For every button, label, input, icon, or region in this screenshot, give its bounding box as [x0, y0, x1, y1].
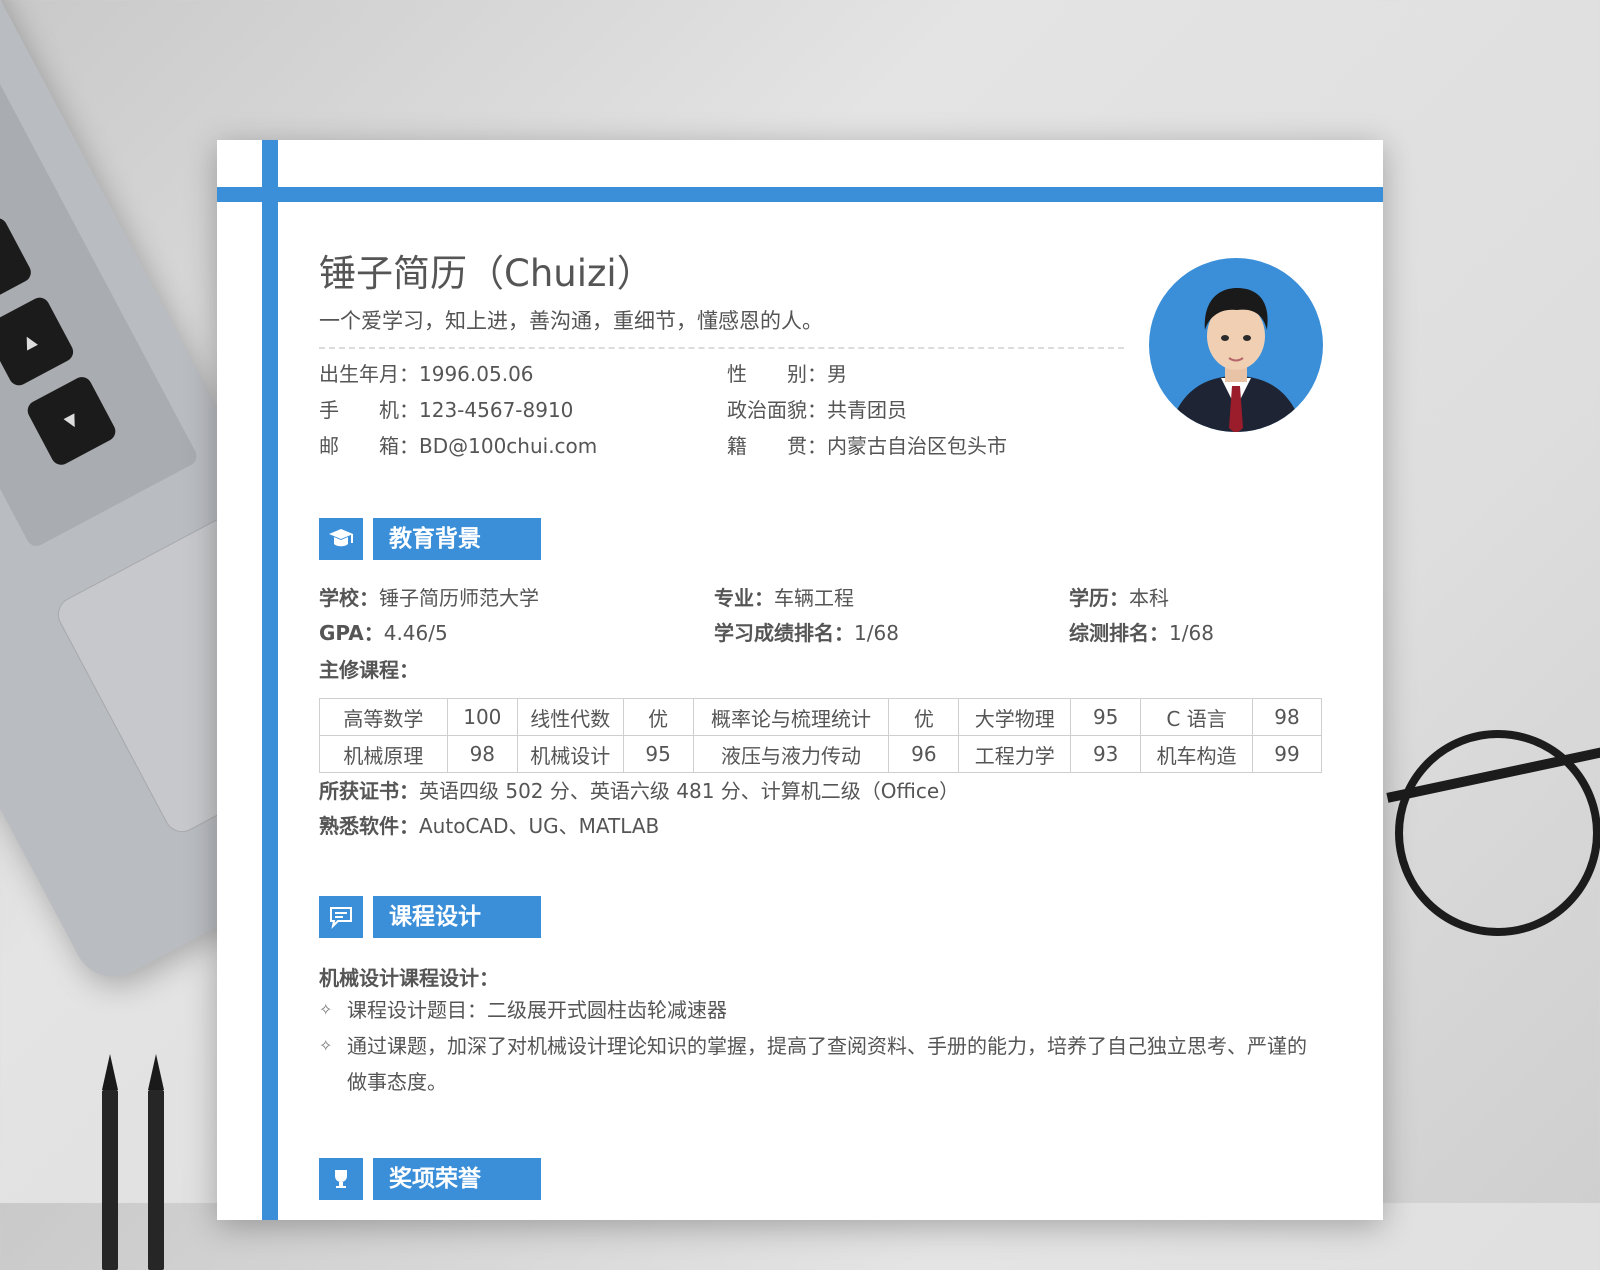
course-name: 概率论与梳理统计 [692, 698, 890, 736]
course-score: 98 [446, 735, 518, 773]
field-label: 学习成绩排名： [714, 621, 854, 645]
course-name: 大学物理 [958, 698, 1072, 736]
field-value: 1/68 [854, 621, 899, 645]
section-title: 奖项荣誉 [373, 1158, 541, 1200]
trophy-icon [319, 1158, 363, 1200]
field-label: 学校： [319, 586, 379, 610]
list-item: ✧ 课程设计题目：二级展开式圆柱齿轮减速器 [319, 992, 1319, 1028]
course-name: 高等数学 [319, 698, 448, 736]
info-hometown: 籍 贯：内蒙古自治区包头市 [727, 430, 1007, 459]
field-value: 英语四级 502 分、英语六级 481 分、计算机二级（Office） [419, 779, 960, 803]
courses-table: 高等数学 100 线性代数 优 概率论与梳理统计 优 大学物理 95 C 语言 … [319, 698, 1322, 773]
course-score: 优 [888, 698, 960, 736]
subtitle: 机械设计课程设计： [319, 966, 499, 990]
diamond-bullet-icon: ✧ [319, 1000, 333, 1019]
courses-label: 主修课程： [319, 654, 419, 683]
section-title: 教育背景 [373, 518, 541, 560]
info-label: 政治面貌 [727, 398, 807, 422]
edu-field-rank: 学习成绩排名：1/68 [714, 617, 899, 646]
edu-field-gpa: GPA：4.46/5 [319, 617, 448, 646]
edu-field-major: 专业：车辆工程 [714, 582, 854, 611]
certificates: 所获证书：英语四级 502 分、英语六级 481 分、计算机二级（Office） [319, 775, 959, 804]
course-name: 机械设计 [516, 735, 624, 773]
info-label: 手 机 [319, 398, 399, 422]
edu-field-school: 学校：锤子简历师范大学 [319, 582, 539, 611]
key [0, 214, 35, 310]
field-value: 4.46/5 [383, 621, 448, 645]
course-name: 工程力学 [958, 735, 1072, 773]
field-label: 熟悉软件： [319, 814, 419, 838]
key: ▼ [24, 373, 119, 469]
field-value: AutoCAD、UG、MATLAB [419, 814, 660, 838]
table-row: 高等数学 100 线性代数 优 概率论与梳理统计 优 大学物理 95 C 语言 … [319, 698, 1322, 736]
edu-field-overall-rank: 综测排名：1/68 [1069, 617, 1214, 646]
resume-name: 锤子简历（Chuizi） [319, 252, 654, 295]
course-name: 机车构造 [1140, 735, 1254, 773]
course-name: 机械原理 [319, 735, 448, 773]
course-score: 95 [1070, 698, 1142, 736]
software-skills: 熟悉软件：AutoCAD、UG、MATLAB [319, 810, 659, 839]
divider [319, 347, 1124, 349]
edu-field-degree: 学历：本科 [1069, 582, 1169, 611]
course-score: 98 [1252, 698, 1322, 736]
field-value: 车辆工程 [774, 586, 854, 610]
info-value: 共青团员 [827, 398, 907, 422]
field-value: 锤子简历师范大学 [379, 586, 539, 610]
course-score: 100 [446, 698, 518, 736]
info-label: 籍 贯 [727, 434, 807, 458]
profile-photo [1149, 258, 1323, 432]
course-score: 95 [622, 735, 694, 773]
key: ▲ [0, 294, 77, 389]
pencil [102, 1054, 118, 1270]
info-value: 内蒙古自治区包头市 [827, 434, 1007, 458]
diamond-bullet-icon: ✧ [319, 1036, 333, 1055]
info-value: 123-4567-8910 [419, 398, 574, 422]
field-value: 1/68 [1169, 621, 1214, 645]
pencil [148, 1054, 164, 1270]
accent-vertical-bar [262, 140, 278, 1220]
field-label: 主修课程： [319, 658, 419, 682]
info-label: 邮 箱 [319, 434, 399, 458]
field-label: 所获证书： [319, 779, 419, 803]
info-label: 出生年月 [319, 362, 399, 386]
field-label: 综测排名： [1069, 621, 1169, 645]
course-score: 优 [622, 698, 694, 736]
field-label: GPA： [319, 621, 384, 645]
course-name: C 语言 [1140, 698, 1254, 736]
course-design-subtitle: 机械设计课程设计： [319, 962, 499, 991]
graduation-cap-icon [319, 518, 363, 560]
info-gender: 性 别：男 [727, 358, 847, 387]
list-item: ✧ 通过课题，加深了对机械设计理论知识的掌握，提高了查阅资料、手册的能力，培养了… [319, 1028, 1319, 1100]
glasses [1395, 730, 1600, 936]
course-score: 93 [1070, 735, 1142, 773]
info-value: 1996.05.06 [419, 362, 534, 386]
section-title: 课程设计 [373, 896, 541, 938]
info-birth: 出生年月：1996.05.06 [319, 358, 534, 387]
laptop-keyboard: ▲ ▼ [0, 1, 200, 550]
field-value: 本科 [1129, 586, 1169, 610]
chat-bubble-icon [319, 896, 363, 938]
resume-sheet: 锤子简历（Chuizi） 一个爱学习，知上进，善沟通，重细节，懂感恩的人。 出生… [217, 140, 1383, 1220]
field-label: 专业： [714, 586, 774, 610]
info-value: BD@100chui.com [419, 434, 598, 458]
course-name: 液压与液力传动 [692, 735, 890, 773]
field-label: 学历： [1069, 586, 1129, 610]
bullet-text: 课程设计题目：二级展开式圆柱齿轮减速器 [347, 998, 727, 1022]
resume-tagline: 一个爱学习，知上进，善沟通，重细节，懂感恩的人。 [319, 309, 823, 333]
info-politics: 政治面貌：共青团员 [727, 394, 907, 423]
info-label: 性 别 [727, 362, 807, 386]
course-score: 96 [888, 735, 960, 773]
course-name: 线性代数 [516, 698, 624, 736]
info-email: 邮 箱：BD@100chui.com [319, 430, 597, 459]
info-value: 男 [827, 362, 847, 386]
bullet-text: 通过课题，加深了对机械设计理论知识的掌握，提高了查阅资料、手册的能力，培养了自己… [347, 1034, 1307, 1094]
course-score: 99 [1252, 735, 1322, 773]
info-phone: 手 机：123-4567-8910 [319, 394, 573, 423]
table-row: 机械原理 98 机械设计 95 液压与液力传动 96 工程力学 93 机车构造 … [319, 735, 1322, 773]
accent-horizontal-bar [217, 187, 1383, 202]
person-portrait-icon [1169, 288, 1303, 432]
